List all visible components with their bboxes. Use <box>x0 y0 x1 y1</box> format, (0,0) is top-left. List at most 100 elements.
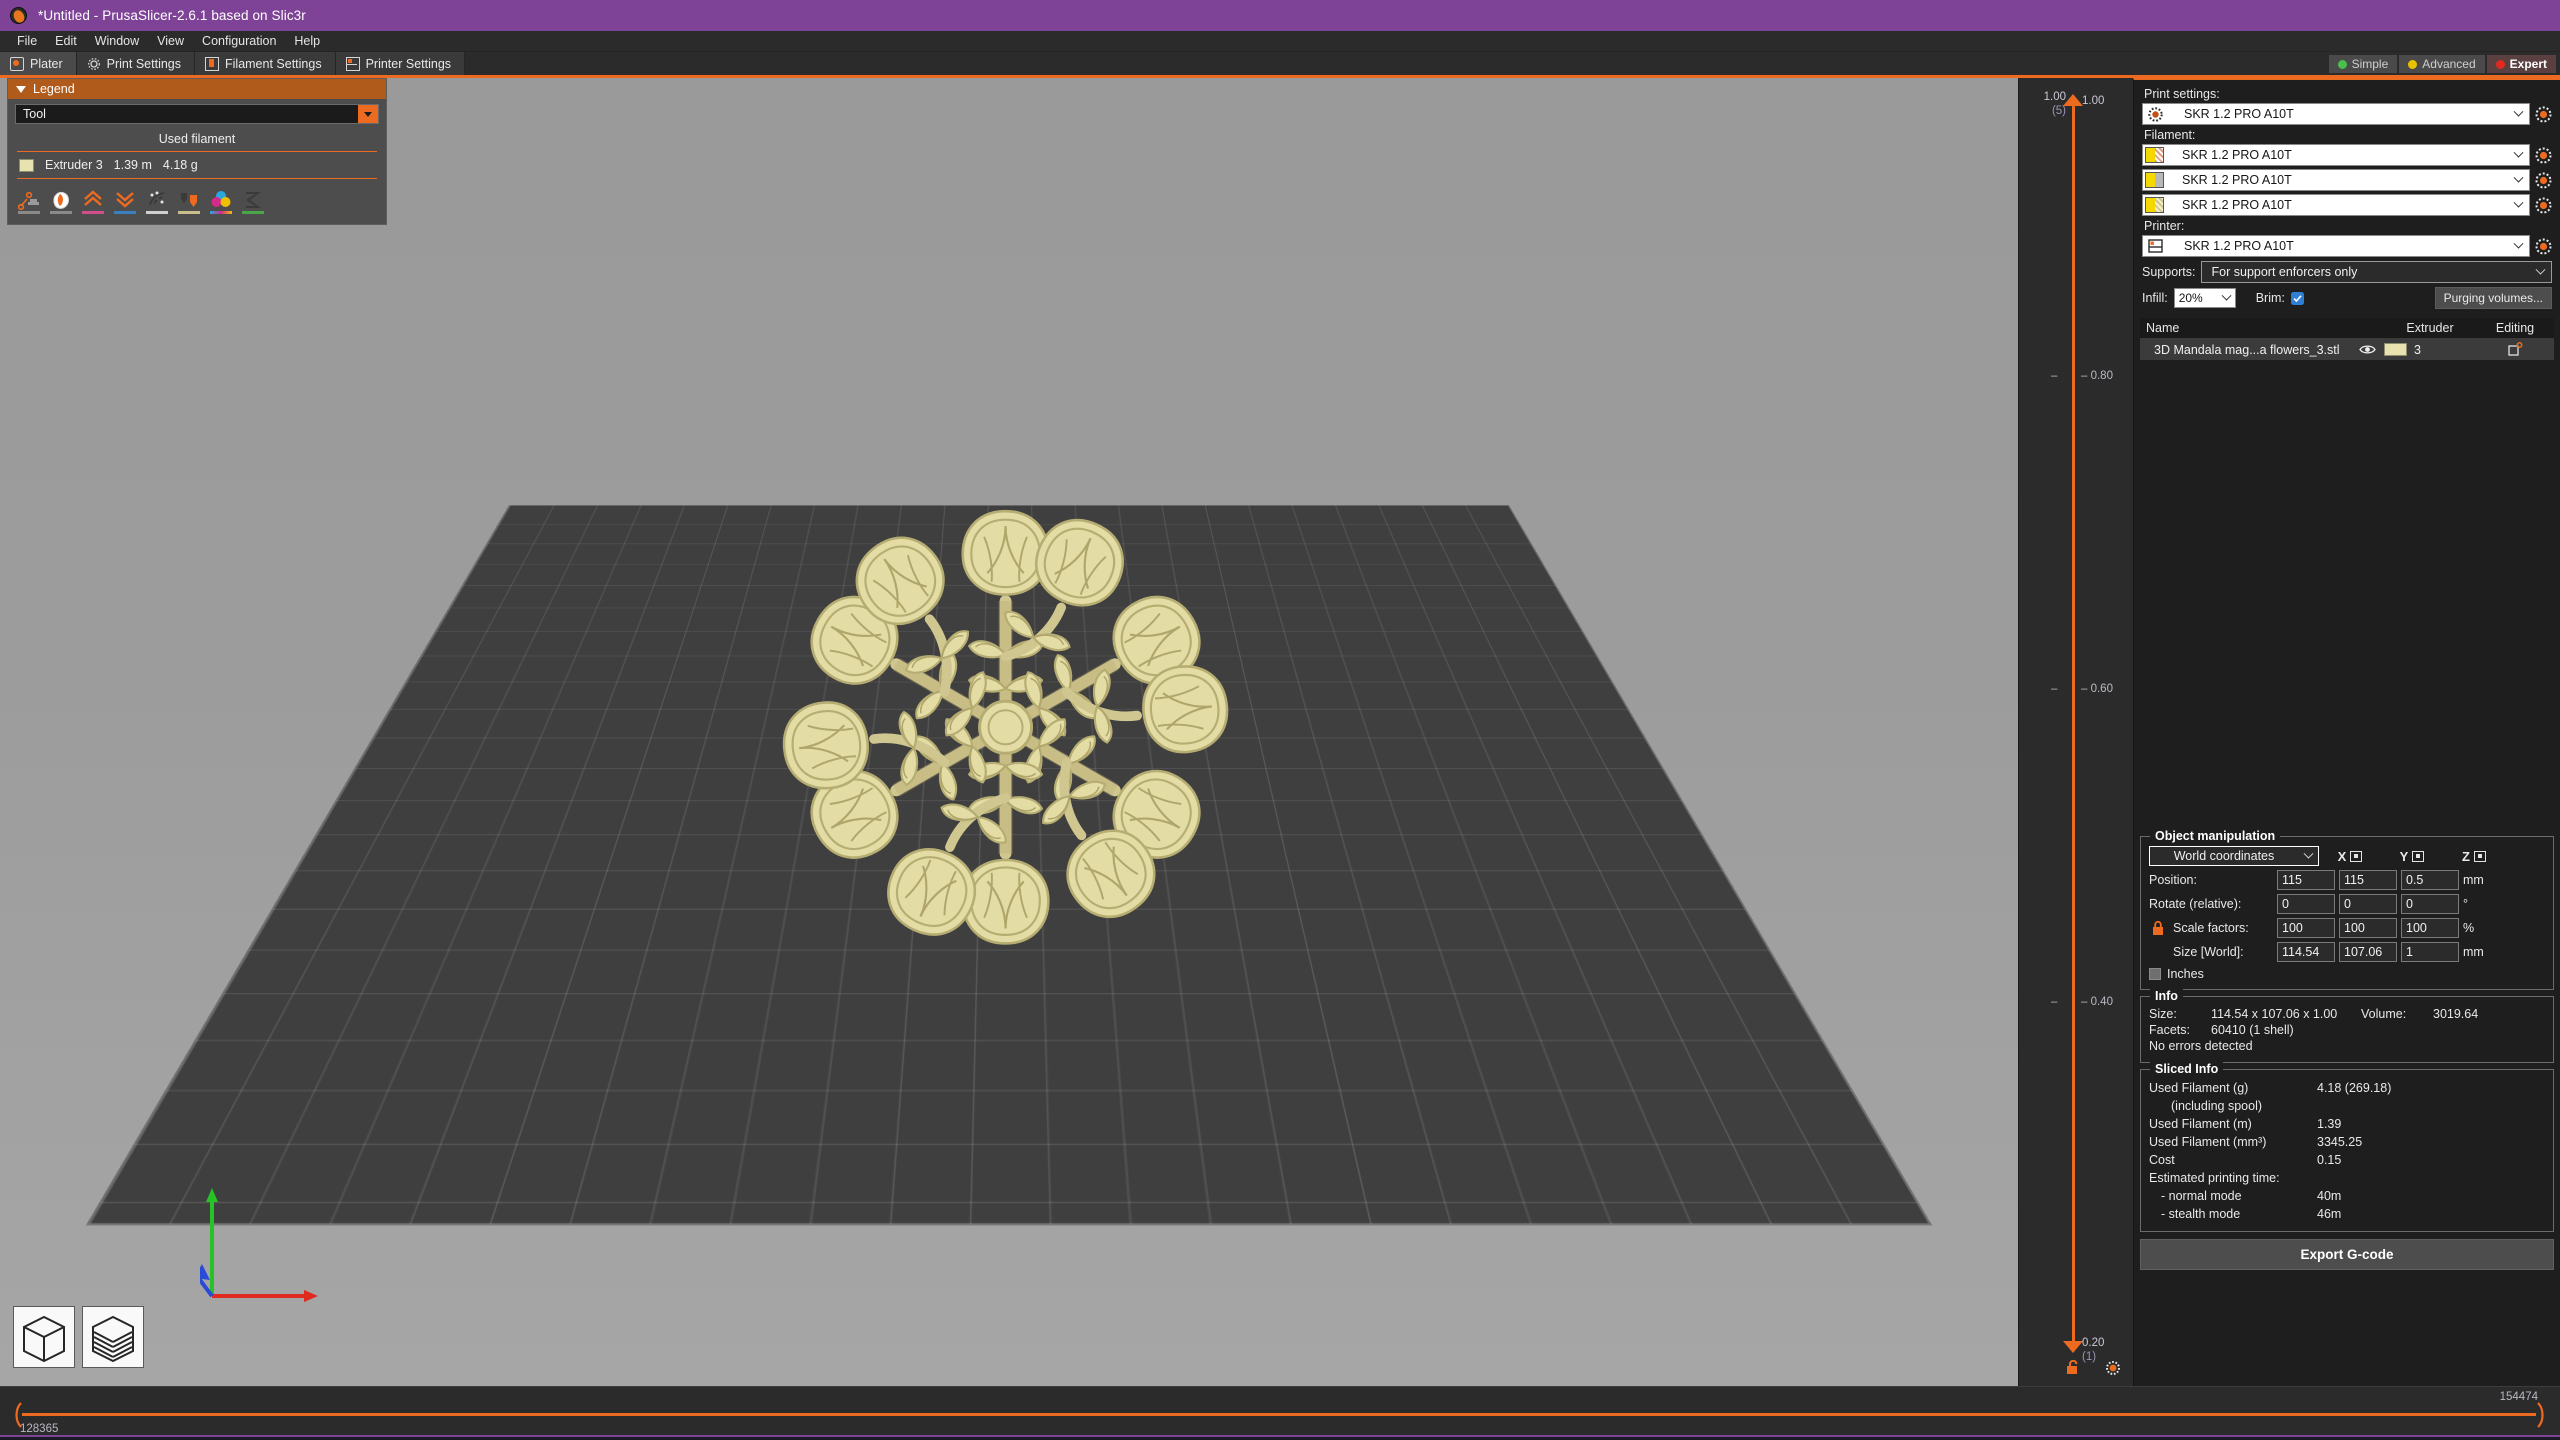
filament-combo-2[interactable]: SKR 1.2 PRO A10T <box>2142 169 2530 191</box>
deretractions-icon[interactable] <box>114 190 136 214</box>
rotate-z-input[interactable]: 0 <box>2401 894 2459 914</box>
tab-filament-settings[interactable]: Filament Settings <box>195 52 336 75</box>
reset-z-icon[interactable] <box>2473 850 2486 862</box>
layer-slider-lower-handle[interactable] <box>2063 1341 2083 1353</box>
filament-color-swatch-3 <box>2145 197 2164 213</box>
rotate-y-input[interactable]: 0 <box>2339 894 2397 914</box>
chevron-down-icon[interactable] <box>2508 145 2529 165</box>
plater-icon <box>10 56 24 71</box>
rotate-x-input[interactable]: 0 <box>2277 894 2335 914</box>
object-list-header: Name Extruder Editing <box>2140 318 2554 339</box>
closed-lock-icon[interactable] <box>2151 920 2165 936</box>
gear-icon[interactable] <box>2105 1360 2121 1376</box>
position-z-input[interactable]: 0.5 <box>2401 870 2459 890</box>
scale-y-input[interactable]: 100 <box>2339 918 2397 938</box>
chevron-down-icon[interactable] <box>358 105 378 123</box>
scale-x-input[interactable]: 100 <box>2277 918 2335 938</box>
reset-x-icon[interactable] <box>2350 850 2363 862</box>
mode-simple[interactable]: Simple <box>2328 55 2398 73</box>
filament-spool-icon <box>205 56 219 71</box>
mode-expert[interactable]: Expert <box>2486 55 2556 73</box>
travel-paths-icon[interactable] <box>17 190 40 214</box>
seams-icon[interactable] <box>82 190 104 214</box>
editing-icon[interactable] <box>2476 342 2554 357</box>
chevron-down-icon[interactable] <box>2508 195 2529 215</box>
3d-viewport[interactable]: Legend Tool Used filament Extruder 3 1.3… <box>0 78 2018 1386</box>
menu-configuration[interactable]: Configuration <box>193 32 285 50</box>
chevron-down-icon[interactable] <box>2530 262 2551 282</box>
reset-y-icon[interactable] <box>2412 850 2425 862</box>
size-x-input[interactable]: 114.54 <box>2277 942 2335 962</box>
filament-color-swatch-1 <box>2145 147 2164 163</box>
position-x-input[interactable]: 115 <box>2277 870 2335 890</box>
edit-filament-gear-icon-3[interactable] <box>2535 197 2552 214</box>
infill-combo[interactable]: 20% <box>2173 288 2236 308</box>
retractions-icon[interactable] <box>50 190 72 214</box>
filament-label: Filament: <box>2144 128 2196 142</box>
edit-filament-gear-icon-2[interactable] <box>2535 172 2552 189</box>
edit-printer-gear-icon[interactable] <box>2535 238 2552 255</box>
sliced-including-spool-label: (including spool) <box>2171 1099 2263 1113</box>
info-volume-value: 3019.64 <box>2433 1007 2479 1021</box>
filament-combo-1[interactable]: SKR 1.2 PRO A10T <box>2142 144 2530 166</box>
chevron-down-icon[interactable] <box>2508 236 2529 256</box>
coordinate-space-value: World coordinates <box>2173 849 2275 863</box>
object-list-row[interactable]: 3D Mandala mag...a flowers_3.stl 3 <box>2140 339 2554 360</box>
scale-z-input[interactable]: 100 <box>2401 918 2459 938</box>
export-gcode-button[interactable]: Export G-code <box>2140 1239 2554 1270</box>
legend-view-type-combo[interactable]: Tool <box>15 104 379 124</box>
inches-checkbox[interactable] <box>2149 968 2161 980</box>
layer-slider-bottom-label: 0.20 (1) <box>2082 1336 2104 1364</box>
preview-view-icon[interactable] <box>82 1306 144 1368</box>
edit-print-settings-gear-icon[interactable] <box>2535 106 2552 123</box>
moves-slider-max-value: 154474 <box>2499 1391 2538 1403</box>
tab-print-settings[interactable]: Print Settings <box>76 52 195 75</box>
pause-prints-icon[interactable] <box>242 190 264 214</box>
axis-label-y: Y <box>2399 848 2409 864</box>
printer-combo[interactable]: SKR 1.2 PRO A10T <box>2142 235 2530 257</box>
position-y-input[interactable]: 115 <box>2339 870 2397 890</box>
supports-combo[interactable]: For support enforcers only <box>2200 261 2552 283</box>
mode-advanced[interactable]: Advanced <box>2399 55 2485 73</box>
menu-help[interactable]: Help <box>285 32 329 50</box>
layer-slider[interactable]: 1.00 (5) 1.00 – – 0.80 – – 0.60 – – 0.40… <box>2018 78 2133 1386</box>
color-changes-icon[interactable] <box>210 190 232 214</box>
layer-slider-track[interactable] <box>2072 100 2075 1346</box>
moves-slider-track[interactable] <box>22 1413 2536 1416</box>
wipe-icon[interactable] <box>146 190 168 214</box>
edit-filament-gear-icon-1[interactable] <box>2535 147 2552 164</box>
eye-icon[interactable] <box>2350 344 2384 355</box>
sliced-used-filament-g-row: Used Filament (g) 4.18 (269.18) <box>2149 1079 2545 1097</box>
brim-checkbox[interactable] <box>2290 291 2304 305</box>
open-lock-icon[interactable] <box>2065 1359 2081 1374</box>
menu-view[interactable]: View <box>148 32 193 50</box>
layer-slider-top-label: 1.00 (5) <box>2021 90 2066 118</box>
tab-printer-settings[interactable]: Printer Settings <box>335 52 466 75</box>
legend-header[interactable]: Legend <box>8 79 386 99</box>
size-y-input[interactable]: 107.06 <box>2339 942 2397 962</box>
object-extruder-cell[interactable]: 3 <box>2384 343 2476 357</box>
menu-file[interactable]: File <box>8 32 46 50</box>
chevron-down-icon[interactable] <box>2298 848 2318 860</box>
coordinate-space-combo[interactable]: World coordinates <box>2149 846 2319 866</box>
tab-plater[interactable]: Plater <box>0 52 77 78</box>
legend-color-swatch <box>19 158 34 172</box>
filament-combo-3[interactable]: SKR 1.2 PRO A10T <box>2142 194 2530 216</box>
3d-editor-view-icon[interactable] <box>13 1306 75 1368</box>
size-z-input[interactable]: 1 <box>2401 942 2459 962</box>
tool-changes-icon[interactable] <box>178 190 200 214</box>
object-list-col-editing: Editing <box>2495 321 2535 335</box>
chevron-down-icon[interactable] <box>2508 170 2529 190</box>
mode-advanced-dot <box>2408 59 2418 69</box>
purging-volumes-button[interactable]: Purging volumes... <box>2434 287 2552 309</box>
layer-slider-upper-handle[interactable] <box>2063 94 2083 106</box>
object-list-col-extruder: Extruder <box>2406 321 2454 335</box>
moves-slider[interactable]: 128365 154474 <box>0 1386 2560 1437</box>
chevron-down-icon[interactable] <box>2508 104 2529 124</box>
print-settings-combo[interactable]: SKR 1.2 PRO A10T <box>2142 103 2530 125</box>
menu-edit[interactable]: Edit <box>46 32 86 50</box>
menu-window[interactable]: Window <box>86 32 148 50</box>
chevron-down-icon[interactable] <box>2218 290 2235 302</box>
collapse-caret-icon[interactable] <box>16 85 26 93</box>
moves-slider-upper-handle[interactable] <box>2537 1402 2546 1428</box>
